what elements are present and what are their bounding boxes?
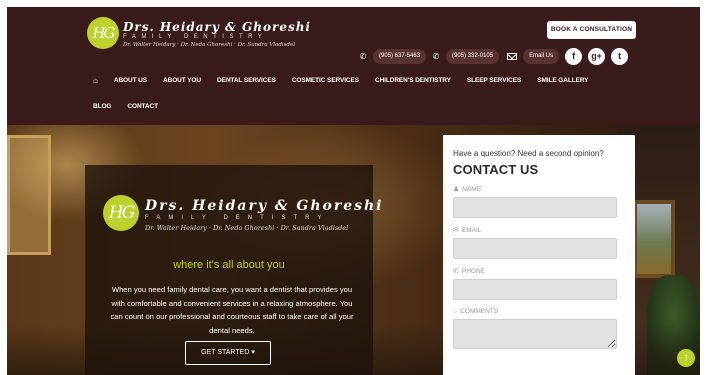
get-started-button[interactable]: GET STARTED ▾ <box>185 341 271 365</box>
hero-logo-title: Drs. Heidary & Ghoreshi <box>145 198 384 214</box>
hero-background-painting <box>633 200 675 278</box>
hero-logo: HG Drs. Heidary & Ghoreshi FAMILY DENTIS… <box>103 195 382 235</box>
nav-blog[interactable]: BLOG <box>93 103 111 110</box>
nav-dental-services[interactable]: DENTAL SERVICES <box>217 77 276 84</box>
logo-doctors: Dr. Walter Heidary · Dr. Neda Ghoreshi ·… <box>123 42 295 48</box>
email-field[interactable] <box>453 238 617 259</box>
phone-label-text: PHONE <box>461 267 485 275</box>
phone-icon: ✆ <box>432 51 440 61</box>
comments-label-text: COMMENTS <box>460 308 499 315</box>
scroll-to-top-button[interactable]: ↑ <box>677 349 695 367</box>
book-consultation-button[interactable]: BOOK A CONSULTATION <box>547 21 636 39</box>
logo-monogram: HG <box>87 17 119 49</box>
google-plus-icon[interactable]: g+ <box>588 47 606 65</box>
nav-row-1: ⌂ ABOUT US ABOUT YOU DENTAL SERVICES COS… <box>93 69 653 91</box>
phone-icon: ✆ <box>359 51 367 61</box>
user-icon: ♟ <box>453 186 460 193</box>
page-frame: HG Drs. Heidary & Ghoreshi FAMILY DENTIS… <box>7 7 700 375</box>
nav-row-2: BLOG CONTACT <box>93 95 653 117</box>
contact-question: Have a question? Need a second opinion? <box>453 149 604 158</box>
comments-field[interactable] <box>453 319 617 349</box>
phone-field[interactable] <box>453 279 617 300</box>
nav-about-us[interactable]: ABOUT US <box>114 77 147 84</box>
email-label: ✉ EMAIL <box>453 226 625 235</box>
contact-title: CONTACT US <box>453 162 539 177</box>
nav-contact[interactable]: CONTACT <box>127 103 158 110</box>
main-nav: ⌂ ABOUT US ABOUT YOU DENTAL SERVICES COS… <box>93 69 653 117</box>
name-label-text: NAME <box>462 185 482 193</box>
site-header: HG Drs. Heidary & Ghoreshi FAMILY DENTIS… <box>7 7 700 125</box>
email-us-button[interactable]: Email Us <box>523 48 560 64</box>
phone-icon: ✆ <box>453 268 459 275</box>
home-icon[interactable]: ⌂ <box>93 76 98 85</box>
logo-title: Drs. Heidary & Ghoreshi <box>123 20 311 34</box>
nav-cosmetic-services[interactable]: COSMETIC SERVICES <box>292 77 359 84</box>
hero-tagline: where it's all about you <box>173 259 285 271</box>
header-contact-row: ✆ (905) 637-5463 ✆ (905) 332-0105 Email … <box>359 47 629 65</box>
nav-sleep-services[interactable]: SLEEP SERVICES <box>467 77 521 84</box>
nav-childrens-dentistry[interactable]: CHILDREN'S DENTISTRY <box>375 77 451 84</box>
phone-pill-2[interactable]: (905) 332-0105 <box>446 48 500 64</box>
envelope-icon: ✉ <box>453 227 459 234</box>
contact-form-panel: Have a question? Need a second opinion? … <box>443 135 635 375</box>
hero-overlay: HG Drs. Heidary & Ghoreshi FAMILY DENTIS… <box>85 165 382 375</box>
nav-about-you[interactable]: ABOUT YOU <box>163 77 201 84</box>
hero-body-text: When you need family dental care, you wa… <box>110 285 354 335</box>
comments-label: ○ COMMENTS <box>453 308 625 315</box>
hero-logo-monogram: HG <box>103 195 139 231</box>
logo-subtitle: FAMILY DENTISTRY <box>123 34 268 40</box>
envelope-icon <box>507 52 518 60</box>
twitter-icon[interactable]: t <box>611 47 629 65</box>
hero-banner: HG Drs. Heidary & Ghoreshi FAMILY DENTIS… <box>7 125 700 375</box>
facebook-icon[interactable]: f <box>565 47 583 65</box>
hero-background-window <box>7 135 51 255</box>
email-label-text: EMAIL <box>461 226 482 234</box>
phone-pill-1[interactable]: (905) 637-5463 <box>373 48 427 64</box>
hero-logo-doctors: Dr. Walter Heidary · Dr. Neda Ghoreshi ·… <box>145 224 349 232</box>
site-logo[interactable]: HG Drs. Heidary & Ghoreshi FAMILY DENTIS… <box>87 15 310 59</box>
nav-smile-gallery[interactable]: SMILE GALLERY <box>537 77 588 84</box>
name-label: ♟ NAME <box>453 185 625 194</box>
phone-label: ✆ PHONE <box>453 267 625 276</box>
comment-icon: ○ <box>453 308 458 315</box>
name-field[interactable] <box>453 197 617 218</box>
hero-logo-subtitle: FAMILY DENTISTRY <box>145 215 330 221</box>
